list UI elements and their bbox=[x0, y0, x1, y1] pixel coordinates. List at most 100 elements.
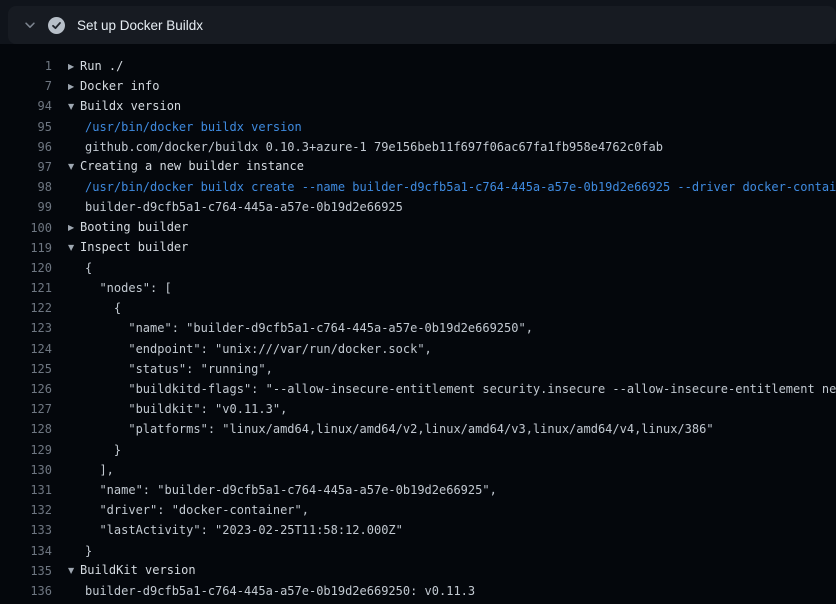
check-circle-icon bbox=[48, 17, 65, 34]
command-text: /usr/bin/docker buildx version bbox=[68, 117, 836, 137]
line-number[interactable]: 124 bbox=[0, 339, 52, 359]
log-line[interactable]: 119 ▼Inspect builder bbox=[0, 238, 836, 258]
line-number[interactable]: 125 bbox=[0, 359, 52, 379]
output-text: builder-d9cfb5a1-c764-445a-a57e-0b19d2e6… bbox=[68, 581, 836, 601]
output-text: "nodes": [ bbox=[68, 278, 836, 298]
output-text: "name": "builder-d9cfb5a1-c764-445a-a57e… bbox=[68, 318, 836, 338]
group-title[interactable]: Run ./ bbox=[80, 59, 123, 73]
line-number[interactable]: 96 bbox=[0, 137, 52, 157]
log-line: 133 "lastActivity": "2023-02-25T11:58:12… bbox=[0, 520, 836, 540]
line-number[interactable]: 132 bbox=[0, 500, 52, 520]
group-title[interactable]: Buildx version bbox=[80, 99, 181, 113]
group-collapsed-icon[interactable]: ▶ bbox=[68, 218, 80, 238]
group-expanded-icon[interactable]: ▼ bbox=[68, 97, 80, 117]
log-line[interactable]: 100 ▶Booting builder bbox=[0, 218, 836, 238]
group-expanded-icon[interactable]: ▼ bbox=[68, 561, 80, 581]
log-line: 128 "platforms": "linux/amd64,linux/amd6… bbox=[0, 419, 836, 439]
line-number[interactable]: 134 bbox=[0, 541, 52, 561]
log-line: 126 "buildkitd-flags": "--allow-insecure… bbox=[0, 379, 836, 399]
output-text: { bbox=[68, 298, 836, 318]
output-text: { bbox=[68, 258, 836, 278]
line-number[interactable]: 121 bbox=[0, 278, 52, 298]
group-title[interactable]: Inspect builder bbox=[80, 240, 188, 254]
line-number[interactable]: 126 bbox=[0, 379, 52, 399]
command-text: /usr/bin/docker buildx create --name bui… bbox=[68, 177, 836, 197]
log-line[interactable]: 1 ▶Run ./ bbox=[0, 56, 836, 76]
output-text: "buildkitd-flags": "--allow-insecure-ent… bbox=[68, 379, 836, 399]
line-number[interactable]: 94 bbox=[0, 96, 52, 116]
log-line: 136 builder-d9cfb5a1-c764-445a-a57e-0b19d… bbox=[0, 581, 836, 601]
line-number[interactable]: 119 bbox=[0, 238, 52, 258]
group-title[interactable]: Booting builder bbox=[80, 220, 188, 234]
log-line: 98/usr/bin/docker buildx create --name b… bbox=[0, 177, 836, 197]
log-line[interactable]: 97 ▼Creating a new builder instance bbox=[0, 157, 836, 177]
log-area[interactable]: 1▶Run ./7▶Docker info94▼Buildx version95… bbox=[0, 44, 836, 604]
log-line: 99 builder-d9cfb5a1-c764-445a-a57e-0b19d2… bbox=[0, 197, 836, 217]
line-number[interactable]: 100 bbox=[0, 218, 52, 238]
output-text: builder-d9cfb5a1-c764-445a-a57e-0b19d2e6… bbox=[68, 197, 836, 217]
log-line[interactable]: 94 ▼Buildx version bbox=[0, 96, 836, 116]
output-text: "buildkit": "v0.11.3", bbox=[68, 399, 836, 419]
line-number[interactable]: 120 bbox=[0, 258, 52, 278]
output-text: "driver": "docker-container", bbox=[68, 500, 836, 520]
line-number[interactable]: 7 bbox=[0, 76, 52, 96]
output-text: ], bbox=[68, 460, 836, 480]
output-text: "platforms": "linux/amd64,linux/amd64/v2… bbox=[68, 419, 836, 439]
step-header[interactable]: Set up Docker Buildx bbox=[8, 6, 836, 44]
line-number[interactable]: 133 bbox=[0, 520, 52, 540]
log-line[interactable]: 135 ▼BuildKit version bbox=[0, 561, 836, 581]
line-number[interactable]: 98 bbox=[0, 177, 52, 197]
step-title: Set up Docker Buildx bbox=[77, 18, 203, 33]
group-row-content[interactable]: ▼Inspect builder bbox=[68, 238, 836, 258]
line-number[interactable]: 136 bbox=[0, 581, 52, 601]
log-line: 132 "driver": "docker-container", bbox=[0, 500, 836, 520]
line-number[interactable]: 129 bbox=[0, 440, 52, 460]
group-expanded-icon[interactable]: ▼ bbox=[68, 238, 80, 258]
log-line: 130 ], bbox=[0, 460, 836, 480]
group-row-content[interactable]: ▶Docker info bbox=[68, 76, 836, 96]
log-line: 129 } bbox=[0, 440, 836, 460]
log-line: 125 "status": "running", bbox=[0, 359, 836, 379]
log-line: 134} bbox=[0, 541, 836, 561]
line-number[interactable]: 122 bbox=[0, 298, 52, 318]
line-number[interactable]: 135 bbox=[0, 561, 52, 581]
group-title[interactable]: Creating a new builder instance bbox=[80, 159, 304, 173]
output-text: "name": "builder-d9cfb5a1-c764-445a-a57e… bbox=[68, 480, 836, 500]
log-line: 96 github.com/docker/buildx 0.10.3+azure-… bbox=[0, 137, 836, 157]
log-line: 131 "name": "builder-d9cfb5a1-c764-445a-… bbox=[0, 480, 836, 500]
group-collapsed-icon[interactable]: ▶ bbox=[68, 57, 80, 77]
line-number[interactable]: 99 bbox=[0, 197, 52, 217]
group-row-content[interactable]: ▶Booting builder bbox=[68, 218, 836, 238]
log-lines: 1▶Run ./7▶Docker info94▼Buildx version95… bbox=[0, 56, 836, 601]
group-row-content[interactable]: ▼Creating a new builder instance bbox=[68, 157, 836, 177]
group-row-content[interactable]: ▶Run ./ bbox=[68, 56, 836, 76]
log-line: 122 { bbox=[0, 298, 836, 318]
line-number[interactable]: 97 bbox=[0, 157, 52, 177]
output-text: } bbox=[68, 541, 836, 561]
line-number[interactable]: 127 bbox=[0, 399, 52, 419]
log-line: 124 "endpoint": "unix:///var/run/docker.… bbox=[0, 339, 836, 359]
chevron-down-icon[interactable] bbox=[22, 17, 38, 33]
line-number[interactable]: 123 bbox=[0, 318, 52, 338]
log-line: 95/usr/bin/docker buildx version bbox=[0, 117, 836, 137]
group-title[interactable]: BuildKit version bbox=[80, 563, 196, 577]
group-collapsed-icon[interactable]: ▶ bbox=[68, 77, 80, 97]
group-title[interactable]: Docker info bbox=[80, 79, 159, 93]
log-line: 121 "nodes": [ bbox=[0, 278, 836, 298]
output-text: "status": "running", bbox=[68, 359, 836, 379]
line-number[interactable]: 1 bbox=[0, 56, 52, 76]
line-number[interactable]: 131 bbox=[0, 480, 52, 500]
log-line[interactable]: 7 ▶Docker info bbox=[0, 76, 836, 96]
output-text: "endpoint": "unix:///var/run/docker.sock… bbox=[68, 339, 836, 359]
log-line: 123 "name": "builder-d9cfb5a1-c764-445a-… bbox=[0, 318, 836, 338]
group-expanded-icon[interactable]: ▼ bbox=[68, 157, 80, 177]
output-text: } bbox=[68, 440, 836, 460]
group-row-content[interactable]: ▼Buildx version bbox=[68, 96, 836, 116]
output-text: "lastActivity": "2023-02-25T11:58:12.000… bbox=[68, 520, 836, 540]
line-number[interactable]: 128 bbox=[0, 419, 52, 439]
line-number[interactable]: 130 bbox=[0, 460, 52, 480]
line-number[interactable]: 95 bbox=[0, 117, 52, 137]
group-row-content[interactable]: ▼BuildKit version bbox=[68, 561, 836, 581]
output-text: github.com/docker/buildx 0.10.3+azure-1 … bbox=[68, 137, 836, 157]
log-line: 120 { bbox=[0, 258, 836, 278]
